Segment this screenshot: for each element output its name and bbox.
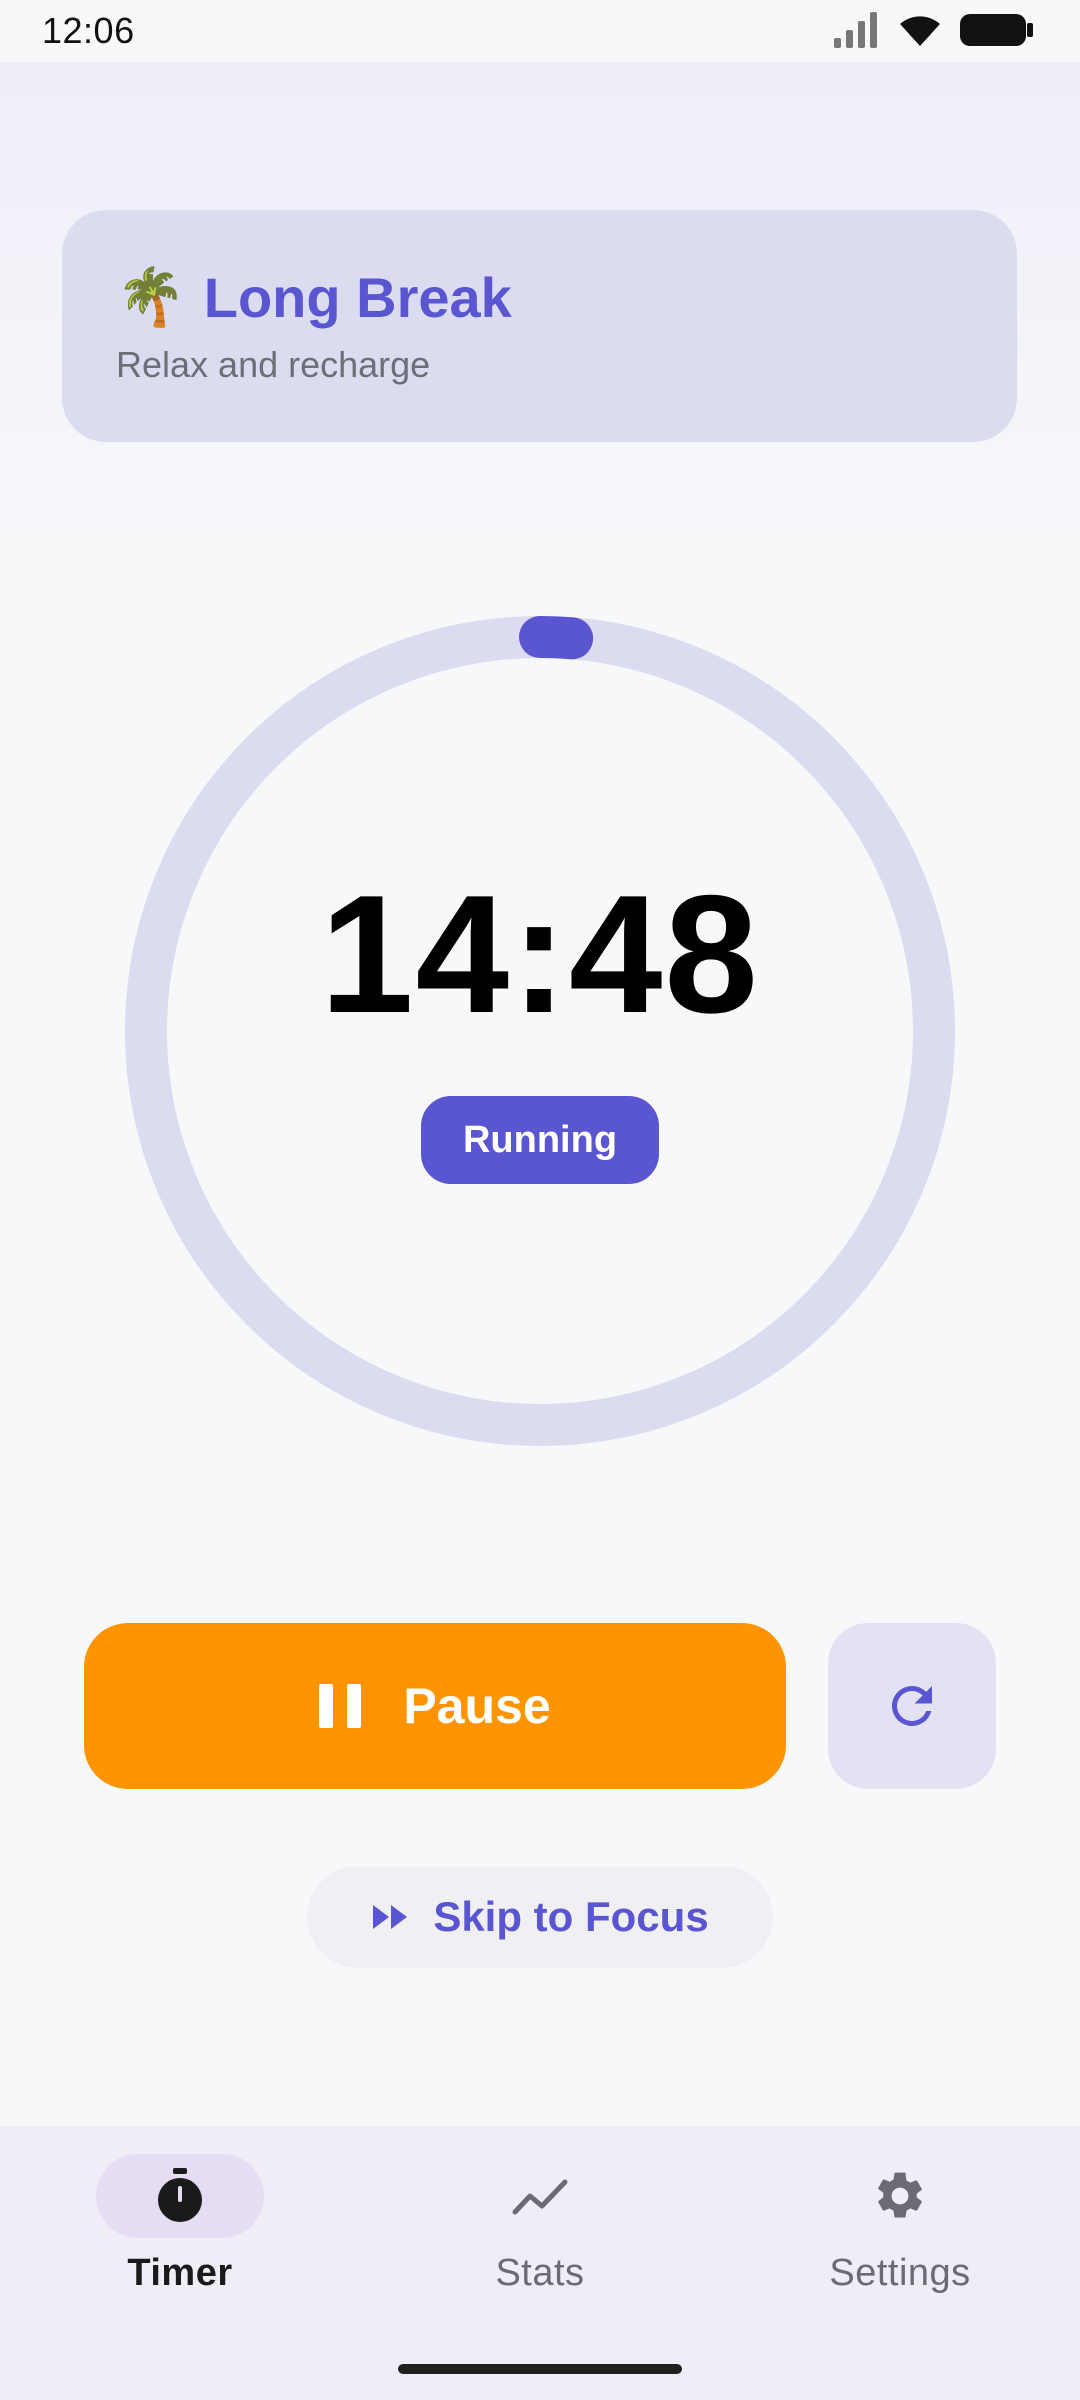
mode-label: Long Break: [203, 265, 512, 329]
nav-item-timer[interactable]: Timer: [0, 2126, 360, 2326]
pause-icon: [319, 1684, 362, 1728]
pause-button[interactable]: Pause: [84, 1623, 786, 1789]
pause-label: Pause: [403, 1678, 551, 1734]
settings-icon: [878, 2172, 922, 2218]
timer-icon: [158, 2168, 202, 2222]
mode-title: 🌴 Long Break: [116, 262, 512, 332]
pomodoro-timer-screen: 12:06 🌴 Long Break Relax and recharge 14…: [0, 0, 1080, 2400]
nav-label-settings: Settings: [829, 2252, 971, 2294]
reset-button[interactable]: [828, 1623, 996, 1789]
mode-subtitle: Relax and recharge: [116, 344, 431, 385]
status-bar: 12:06: [0, 0, 1080, 62]
fast-forward-icon: [373, 1905, 408, 1929]
nav-icon-container: [816, 2154, 984, 2238]
wifi-icon: [900, 16, 940, 46]
nav-icon-container: [456, 2154, 624, 2238]
status-time: 12:06: [42, 10, 135, 51]
signal-icon: [834, 12, 877, 48]
skip-label: Skip to Focus: [433, 1893, 709, 1940]
battery-icon: [960, 14, 1033, 46]
nav-label-timer: Timer: [127, 2252, 233, 2294]
bottom-navigation: Timer Stats Settings: [0, 2126, 1080, 2400]
refresh-icon: [891, 1686, 932, 1726]
timer-display: 14:48: [320, 860, 760, 1048]
mode-card: 🌴 Long Break Relax and recharge: [62, 210, 1017, 442]
timer-state-badge: Running: [421, 1096, 659, 1184]
nav-active-indicator: [96, 2154, 264, 2238]
home-indicator[interactable]: [398, 2364, 682, 2374]
palm-tree-icon: 🌴: [116, 265, 186, 328]
skip-button[interactable]: Skip to Focus: [307, 1866, 773, 1968]
nav-label-stats: Stats: [495, 2252, 585, 2294]
stats-icon: [512, 2179, 568, 2215]
nav-item-stats[interactable]: Stats: [360, 2126, 720, 2326]
nav-item-settings[interactable]: Settings: [720, 2126, 1080, 2326]
